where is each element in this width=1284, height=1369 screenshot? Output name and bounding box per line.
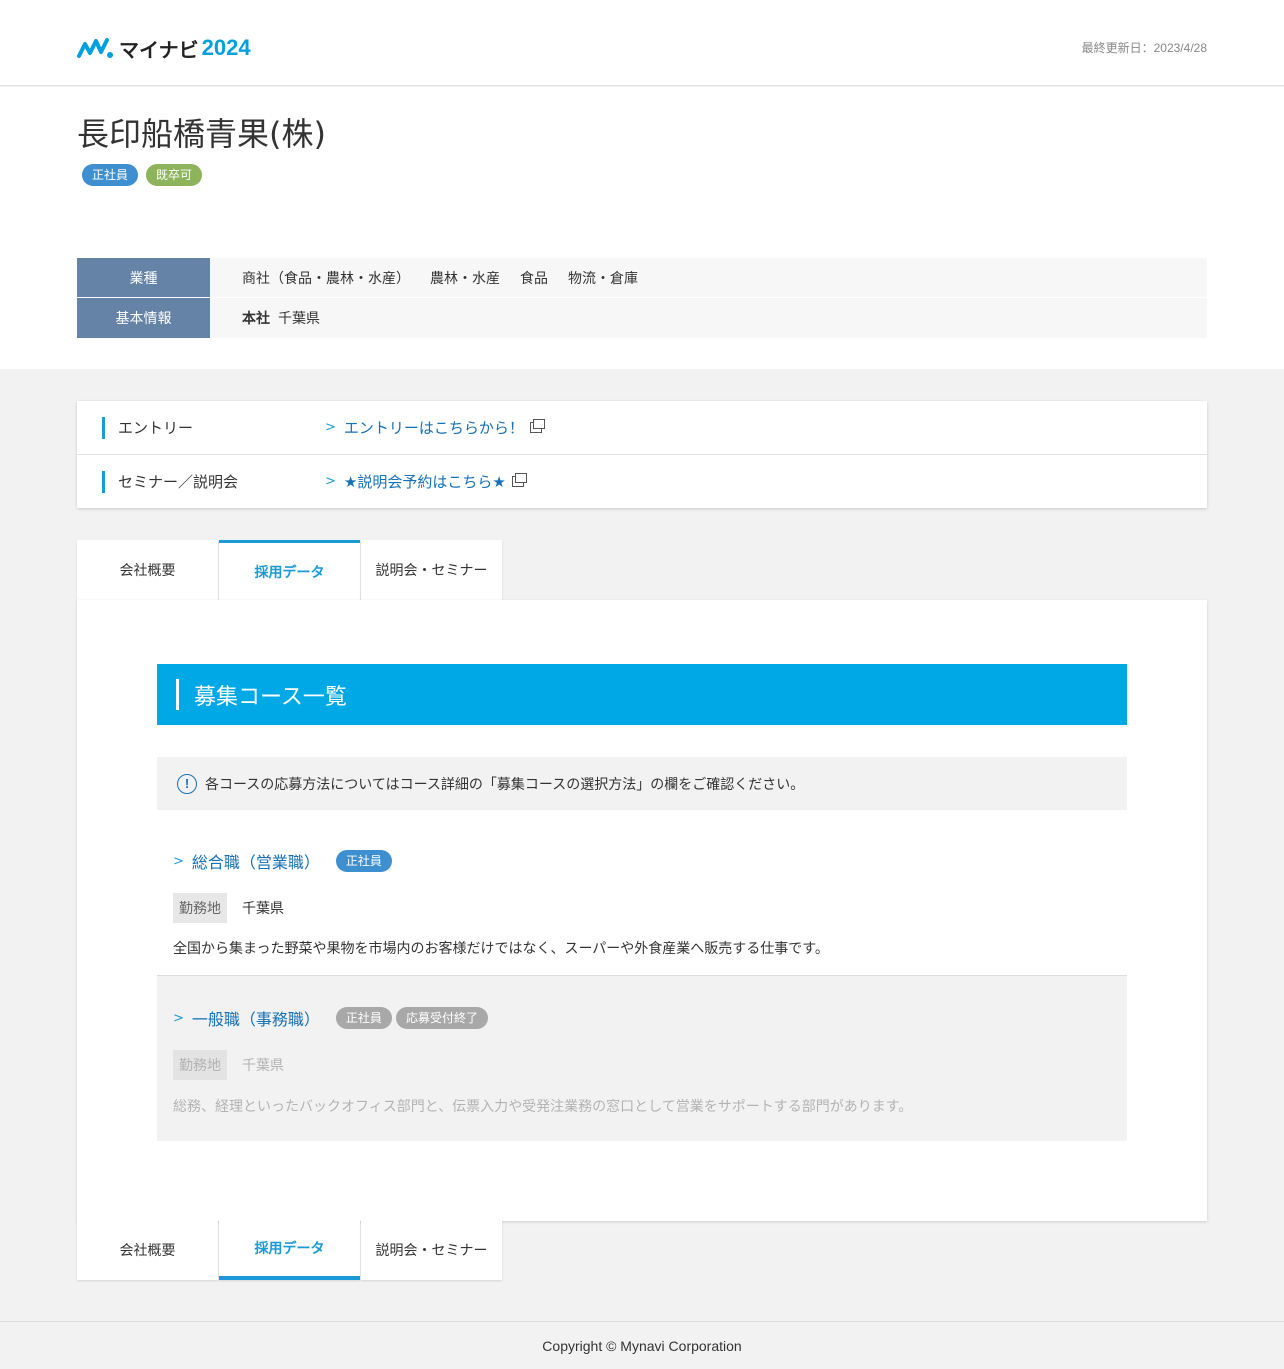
location-label: 勤務地 bbox=[173, 1050, 227, 1080]
course-title: 一般職（事務職） bbox=[191, 1010, 320, 1029]
notice-box: ! 各コースの応募方法についてはコース詳細の「募集コースの選択方法」の欄をご確認… bbox=[157, 757, 1127, 810]
company-info-table: 業種 商社（食品・農林・水産） 農林・水産 食品 物流・倉庫 基本情報 本社 千… bbox=[77, 258, 1207, 338]
section-title: 募集コース一覧 bbox=[194, 684, 347, 710]
company-name: 長印船橋青果(株) bbox=[77, 115, 326, 153]
logo-year: 2024 bbox=[201, 35, 251, 60]
industry-values: 商社（食品・農林・水産） 農林・水産 食品 物流・倉庫 bbox=[210, 258, 1207, 298]
course-title: 総合職（営業職） bbox=[191, 853, 320, 872]
top-header: マイナビ 2024 最終更新日：2023/4/28 bbox=[0, 0, 1284, 86]
section-header: 募集コース一覧 bbox=[157, 664, 1127, 725]
course-description: 総務、経理といったバックオフィス部門と、伝票入力や受発注業務の窓口として営業をサ… bbox=[173, 1099, 913, 1115]
course-item: > 一般職（事務職） 正社員 応募受付終了 勤務地 千葉県 総務、経理といったバ… bbox=[157, 976, 1127, 1141]
footer-copyright: Copyright © Mynavi Corporation bbox=[0, 1321, 1284, 1369]
section-header-bar bbox=[176, 679, 179, 710]
tab-company-overview[interactable]: 会社概要 bbox=[77, 1220, 218, 1280]
tab-bar-bottom: 会社概要 採用データ 説明会・セミナー bbox=[77, 1220, 502, 1280]
entry-link-text: エントリーはこちらから！ bbox=[343, 419, 524, 437]
course-location: 勤務地 千葉県 bbox=[173, 1050, 284, 1080]
industry-item: 農林・水産 bbox=[430, 270, 500, 287]
graduate-ok-badge: 既卒可 bbox=[146, 164, 203, 186]
location-label: 勤務地 bbox=[173, 893, 227, 923]
seminar-link-text: ★説明会予約はこちら★ bbox=[343, 473, 506, 491]
chevron-right-icon: > bbox=[325, 420, 336, 435]
chevron-right-icon: > bbox=[173, 853, 184, 869]
seminar-row: セミナー／説明会 > ★説明会予約はこちら★ bbox=[77, 454, 1207, 508]
course-description: 全国から集まった野菜や果物を市場内のお客様だけではなく、スーパーや外食産業へ販売… bbox=[173, 941, 829, 957]
notice-text: 各コースの応募方法についてはコース詳細の「募集コースの選択方法」の欄をご確認くだ… bbox=[205, 776, 805, 793]
tab-company-overview[interactable]: 会社概要 bbox=[77, 540, 218, 600]
recruitment-panel: 募集コース一覧 ! 各コースの応募方法についてはコース詳細の「募集コースの選択方… bbox=[77, 600, 1207, 1221]
mynavi-logo[interactable]: マイナビ 2024 bbox=[77, 34, 251, 62]
course-location: 勤務地 千葉県 bbox=[173, 893, 284, 923]
tab-recruitment-data[interactable]: 採用データ bbox=[219, 1220, 360, 1280]
info-exclamation-icon: ! bbox=[177, 773, 197, 794]
external-window-icon bbox=[511, 473, 527, 487]
tab-seminars[interactable]: 説明会・セミナー bbox=[361, 540, 502, 600]
seminar-link[interactable]: > ★説明会予約はこちら★ bbox=[325, 471, 527, 492]
company-header: 長印船橋青果(株) 正社員 既卒可 業種 商社（食品・農林・水産） 農林・水産 … bbox=[0, 87, 1284, 369]
hq-value: 千葉県 bbox=[278, 311, 320, 327]
course-item: > 総合職（営業職） 正社員 勤務地 千葉県 全国から集まった野菜や果物を市場内… bbox=[157, 829, 1127, 976]
chevron-right-icon: > bbox=[325, 474, 336, 489]
employment-type-badge: 正社員 bbox=[82, 164, 139, 186]
industry-item: 食品 bbox=[520, 270, 548, 287]
course-title-link[interactable]: > 総合職（営業職） 正社員 bbox=[173, 849, 396, 873]
chevron-right-icon: > bbox=[173, 1010, 184, 1026]
location-value: 千葉県 bbox=[242, 1058, 284, 1074]
course-employment-badge: 正社員 bbox=[335, 850, 392, 872]
industry-item: 商社（食品・農林・水産） bbox=[242, 270, 410, 287]
industry-row: 業種 商社（食品・農林・水産） 農林・水産 食品 物流・倉庫 bbox=[77, 258, 1207, 298]
action-links-box: エントリー > エントリーはこちらから！ セミナー／説明会 > ★説明会予約はこ… bbox=[77, 401, 1207, 508]
mynavi-logo-mark-icon bbox=[77, 38, 113, 58]
entry-label: エントリー bbox=[102, 416, 193, 439]
tab-recruitment-data[interactable]: 採用データ bbox=[219, 540, 360, 600]
entry-link[interactable]: > エントリーはこちらから！ bbox=[325, 417, 545, 438]
location-value: 千葉県 bbox=[242, 901, 284, 917]
tab-seminars[interactable]: 説明会・セミナー bbox=[361, 1220, 502, 1280]
application-closed-badge: 応募受付終了 bbox=[395, 1007, 488, 1029]
last-updated: 最終更新日：2023/4/28 bbox=[1081, 41, 1207, 55]
basic-info-values: 本社 千葉県 bbox=[210, 298, 1207, 338]
basic-info-row: 基本情報 本社 千葉県 bbox=[77, 298, 1207, 338]
tab-bar-top: 会社概要 採用データ 説明会・セミナー bbox=[77, 540, 502, 600]
entry-row: エントリー > エントリーはこちらから！ bbox=[77, 401, 1207, 454]
external-window-icon bbox=[529, 419, 545, 433]
company-tags: 正社員 既卒可 bbox=[82, 164, 203, 186]
logo-text: マイナビ bbox=[119, 37, 199, 62]
hq-label: 本社 bbox=[242, 311, 270, 327]
basic-info-label: 基本情報 bbox=[77, 298, 210, 338]
seminar-label: セミナー／説明会 bbox=[102, 470, 238, 493]
course-employment-badge: 正社員 bbox=[335, 1007, 392, 1029]
industry-item: 物流・倉庫 bbox=[568, 270, 638, 287]
course-title-link[interactable]: > 一般職（事務職） 正社員 応募受付終了 bbox=[173, 1006, 492, 1030]
industry-label: 業種 bbox=[77, 258, 210, 298]
